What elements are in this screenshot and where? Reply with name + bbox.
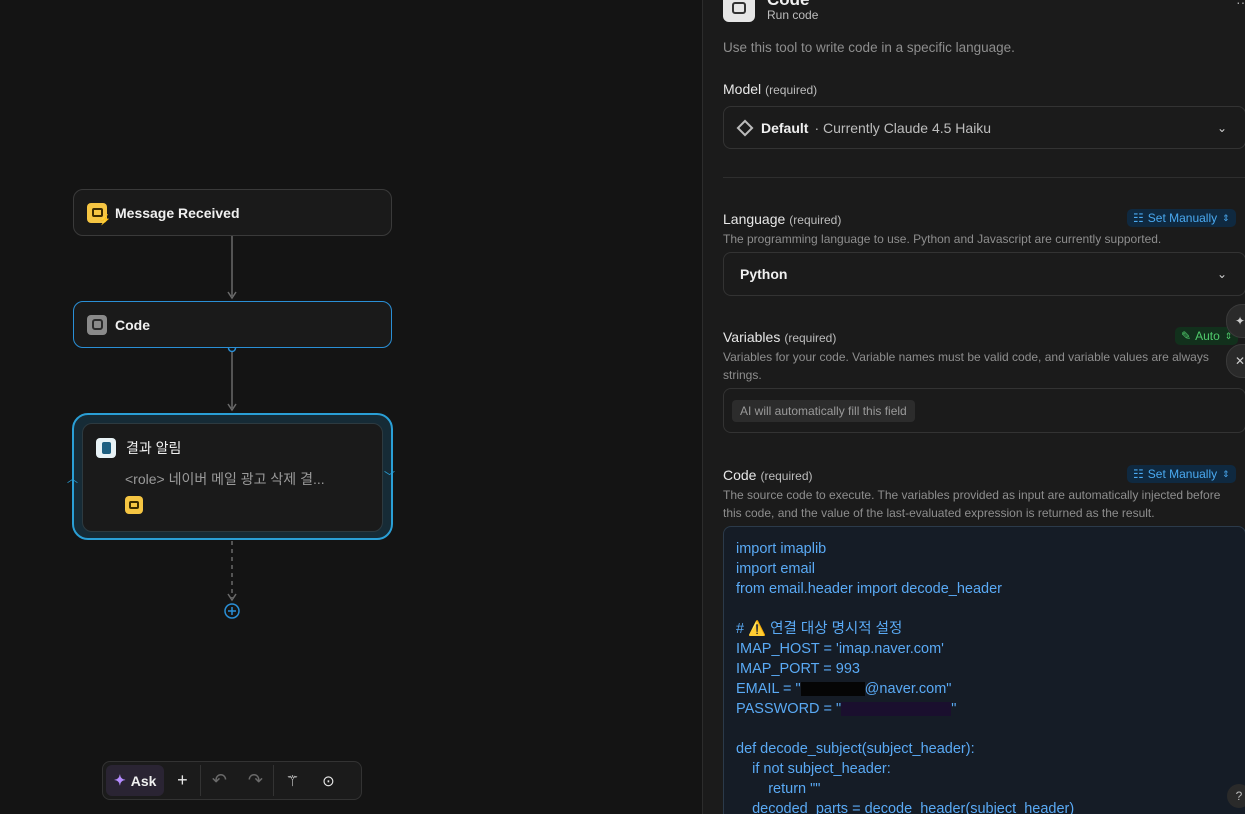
loop-in-arrow-icon: ︿ bbox=[67, 473, 78, 485]
model-name: Default bbox=[761, 119, 809, 136]
canvas-toolbar: ✦ Ask + ↶ ↷ ⚚ ⊙ bbox=[102, 761, 362, 800]
tidy-button[interactable]: ⚚ bbox=[274, 765, 310, 796]
model-select[interactable]: Default · Currently Claude 4.5 Haiku ⌄ bbox=[723, 106, 1245, 149]
required-tag: (required) bbox=[784, 331, 837, 345]
code-line: return "" bbox=[736, 781, 821, 797]
code-mode-toggle[interactable]: ☷ Set Manually ⇕ bbox=[1127, 465, 1236, 483]
focus-icon: ⊙ bbox=[322, 772, 335, 790]
ask-label: Ask bbox=[130, 772, 157, 789]
code-line: # ⚠️ 연결 대상 명시적 설정 bbox=[736, 621, 903, 637]
code-line: decoded_parts = decode_header(subject_he… bbox=[736, 801, 1075, 814]
close-icon: ✕ bbox=[1235, 354, 1245, 368]
node-title: Message Received bbox=[115, 204, 240, 221]
variables-field[interactable]: AI will automatically fill this field bbox=[723, 388, 1245, 433]
variables-help: Variables for your code. Variable names … bbox=[723, 350, 1209, 382]
chevron-down-icon: ⌄ bbox=[1216, 120, 1227, 135]
message-trigger-icon: ⚡ bbox=[87, 202, 111, 226]
panel-subtitle: Run code bbox=[767, 8, 819, 22]
language-value: Python bbox=[740, 266, 788, 282]
ai-autofill-chip: AI will automatically fill this field bbox=[732, 400, 915, 422]
message-tool-icon bbox=[125, 496, 143, 514]
node-message-received[interactable]: ⚡ Message Received bbox=[73, 189, 392, 236]
sliders-icon: ☷ bbox=[1133, 211, 1144, 225]
code-text: @naver.com" bbox=[864, 681, 952, 697]
code-line: import imaplib bbox=[736, 541, 827, 557]
node-result[interactable]: 결과 알림 <role> 네이버 메일 광고 삭제 결... bbox=[82, 423, 383, 532]
language-mode-toggle[interactable]: ☷ Set Manually ⇕ bbox=[1127, 209, 1236, 227]
mode-label: Set Manually bbox=[1147, 211, 1218, 225]
sparkle-icon: ✦ bbox=[1235, 314, 1245, 328]
code-text: EMAIL = " bbox=[736, 681, 801, 697]
code-line: IMAP_HOST = 'imap.naver.com' bbox=[736, 641, 944, 657]
required-tag: (required) bbox=[765, 83, 818, 97]
field-label: Language bbox=[723, 211, 786, 227]
code-line-email: EMAIL = " @naver.com" bbox=[736, 679, 1233, 699]
code-line: if not subject_header: bbox=[736, 761, 891, 777]
field-label: Variables bbox=[723, 329, 781, 345]
updown-icon: ⇕ bbox=[1222, 468, 1230, 479]
undo-button[interactable]: ↶ bbox=[201, 765, 237, 796]
undo-icon: ↶ bbox=[211, 770, 227, 790]
question-icon: ? bbox=[1235, 789, 1243, 803]
magic-wand-icon: ⚚ bbox=[285, 772, 300, 790]
code-line: def decode_subject(subject_header): bbox=[736, 741, 975, 757]
plus-icon: + bbox=[177, 770, 188, 790]
field-label: Model bbox=[723, 81, 762, 97]
code-text: " bbox=[951, 701, 957, 717]
redacted-block bbox=[841, 702, 952, 717]
panel-description: Use this tool to write code in a specifi… bbox=[723, 40, 1015, 55]
redo-icon: ↷ bbox=[247, 770, 263, 790]
sparkle-icon: ✦ bbox=[114, 772, 126, 788]
redo-button[interactable]: ↷ bbox=[237, 765, 273, 796]
redacted-block bbox=[800, 682, 865, 697]
section-divider bbox=[723, 177, 1245, 178]
required-tag: (required) bbox=[789, 213, 842, 227]
app-root: ⚡ Message Received Code ︿ ﹀ 결과 알림 <role>… bbox=[0, 0, 1245, 814]
code-text: PASSWORD = " bbox=[736, 701, 842, 717]
code-icon bbox=[87, 314, 107, 335]
node-title: Code bbox=[115, 316, 150, 333]
more-menu-icon[interactable]: ··· bbox=[1236, 0, 1245, 10]
updown-icon: ⇕ bbox=[1222, 212, 1230, 223]
tool-config-panel: Code Run code ··· Use this tool to write… bbox=[702, 0, 1245, 814]
help-button[interactable]: ? bbox=[1227, 784, 1245, 808]
variables-label: Variables (required) bbox=[723, 329, 836, 345]
add-button[interactable]: + bbox=[164, 765, 200, 796]
workflow-canvas[interactable]: ⚡ Message Received Code ︿ ﹀ 결과 알림 <role>… bbox=[0, 0, 702, 814]
edges-layer bbox=[224, 236, 240, 619]
required-tag: (required) bbox=[760, 469, 813, 483]
model-label: Model (required) bbox=[723, 81, 817, 97]
node-code[interactable]: Code bbox=[73, 301, 392, 348]
code-editor[interactable]: import imaplib import email from email.h… bbox=[723, 526, 1245, 814]
language-help: The programming language to use. Python … bbox=[723, 232, 1162, 246]
language-select[interactable]: Python ⌄ bbox=[723, 252, 1245, 296]
focus-button[interactable]: ⊙ bbox=[310, 765, 346, 796]
code-line-password: PASSWORD = " " bbox=[736, 699, 1233, 719]
field-label: Code bbox=[723, 467, 757, 483]
notification-icon bbox=[96, 438, 116, 458]
model-detail: · Currently Claude 4.5 Haiku bbox=[814, 119, 992, 136]
wand-icon: ✎ bbox=[1181, 329, 1192, 343]
ask-button[interactable]: ✦ Ask bbox=[106, 765, 165, 796]
sliders-icon: ☷ bbox=[1133, 467, 1144, 481]
loop-out-arrow-icon: ﹀ bbox=[384, 471, 395, 483]
mode-label: Auto bbox=[1195, 329, 1220, 343]
code-line: IMAP_PORT = 993 bbox=[736, 661, 860, 677]
code-label: Code (required) bbox=[723, 467, 813, 483]
code-line: import email bbox=[736, 561, 815, 577]
code-icon bbox=[723, 0, 755, 22]
node-result-selected[interactable]: ︿ ﹀ 결과 알림 <role> 네이버 메일 광고 삭제 결... bbox=[67, 413, 395, 540]
node-title: 결과 알림 bbox=[126, 440, 182, 456]
code-line: from email.header import decode_header bbox=[736, 581, 1002, 597]
chevron-down-icon: ⌄ bbox=[1216, 267, 1227, 281]
language-label: Language (required) bbox=[723, 211, 841, 227]
code-help: The source code to execute. The variable… bbox=[723, 488, 1221, 520]
close-side-button[interactable]: ✕ bbox=[1226, 344, 1245, 378]
mode-label: Set Manually bbox=[1147, 467, 1218, 481]
node-prompt-preview: <role> 네이버 메일 광고 삭제 결... bbox=[125, 471, 325, 487]
model-icon bbox=[736, 119, 754, 136]
